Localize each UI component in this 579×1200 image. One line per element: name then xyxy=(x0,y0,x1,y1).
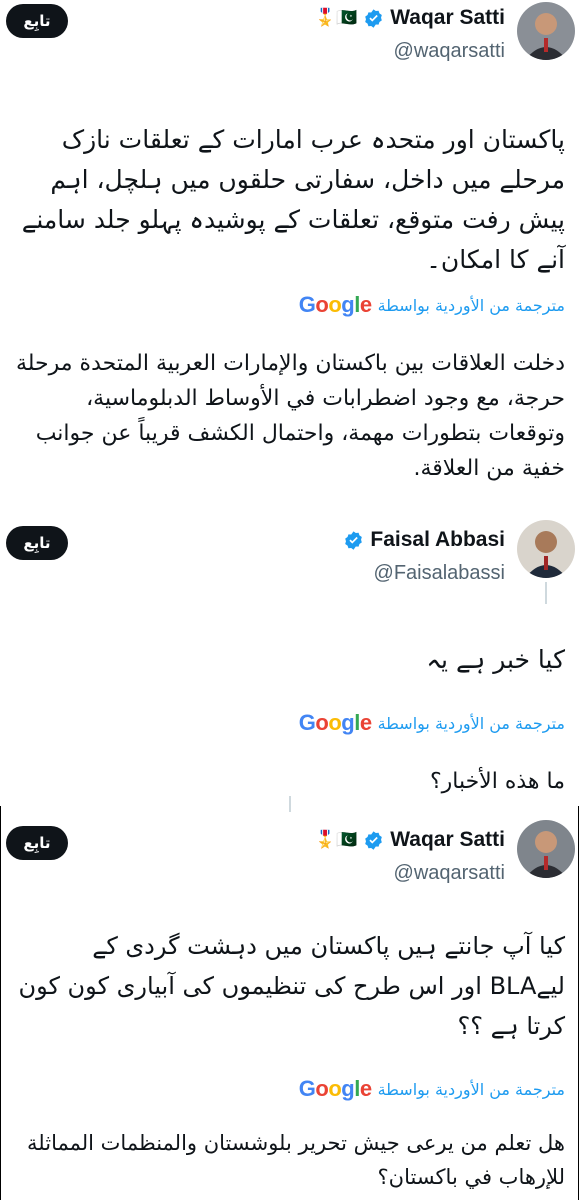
user-handle[interactable]: @waqarsatti xyxy=(394,862,505,885)
flags: 🎖️🇵🇰 xyxy=(314,7,358,28)
translated-by-label: مترجمة من الأوردية بواسطة xyxy=(377,1079,565,1099)
tweet-text: پاکستان اور متحدہ عرب امارات کے تعلقات ن… xyxy=(21,125,565,274)
tweet-text: کیا خبر ہے یہ xyxy=(426,645,565,674)
user-handle[interactable]: @waqarsatti xyxy=(394,40,505,63)
google-logo-icon: Google xyxy=(298,292,372,317)
user-name-row[interactable]: Faisal Abbasi xyxy=(343,528,505,552)
follow-button[interactable]: تابِع xyxy=(6,526,68,560)
translated-by-label: مترجمة من الأوردية بواسطة xyxy=(377,713,565,733)
user-handle[interactable]: @Faisalabassi xyxy=(374,562,505,585)
translated-by[interactable]: مترجمة من الأوردية بواسطة Google xyxy=(299,1076,565,1102)
thread-connector xyxy=(289,796,291,812)
avatar[interactable] xyxy=(517,820,575,878)
verified-badge-icon xyxy=(363,8,384,29)
frame-border xyxy=(0,806,1,1200)
avatar[interactable] xyxy=(517,2,575,60)
thread-connector xyxy=(545,582,547,604)
user-name-row[interactable]: 🎖️🇵🇰 Waqar Satti xyxy=(315,828,505,852)
google-logo-icon: Google xyxy=(298,1076,372,1101)
verified-badge-icon xyxy=(363,830,384,851)
tweet-text: کیا آپ جانتے ہیں پاکستان میں دہشت گردی ک… xyxy=(18,932,565,1040)
translation-text: هل تعلم من يرعى جيش تحرير بلوشستان والمن… xyxy=(27,1131,565,1189)
translated-by[interactable]: مترجمة من الأوردية بواسطة Google xyxy=(299,292,565,318)
user-name: Waqar Satti xyxy=(390,6,505,29)
translation-text: ما هذه الأخبار؟ xyxy=(429,769,565,794)
follow-button[interactable]: تابِع xyxy=(6,4,68,38)
user-name-row[interactable]: 🎖️🇵🇰 Waqar Satti xyxy=(315,6,505,30)
translated-by-label: مترجمة من الأوردية بواسطة xyxy=(377,295,565,315)
user-name: Waqar Satti xyxy=(390,828,505,851)
translation-text: دخلت العلاقات بين باكستان والإمارات العر… xyxy=(15,351,565,481)
follow-button[interactable]: تابِع xyxy=(6,826,68,860)
verified-badge-icon xyxy=(343,530,364,551)
google-logo-icon: Google xyxy=(298,710,372,735)
translated-by[interactable]: مترجمة من الأوردية بواسطة Google xyxy=(299,710,565,736)
avatar[interactable] xyxy=(517,520,575,578)
user-name: Faisal Abbasi xyxy=(370,528,505,551)
flags: 🎖️🇵🇰 xyxy=(314,829,358,850)
